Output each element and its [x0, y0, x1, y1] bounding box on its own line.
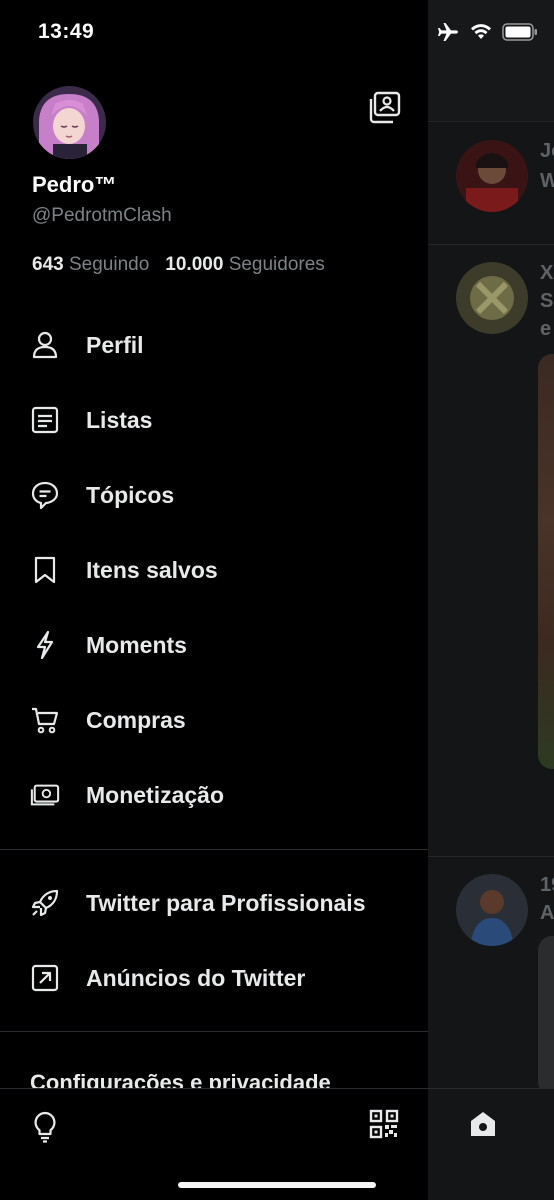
battery-icon	[502, 23, 538, 41]
menu-item-professionals[interactable]: Twitter para Profissionais	[0, 873, 428, 933]
menu-item-twitter-ads[interactable]: Anúncios do Twitter	[0, 948, 428, 1008]
tweet-text: e	[540, 318, 552, 340]
menu-item-topics[interactable]: Tópicos	[0, 465, 428, 525]
menu-item-label: Perfil	[86, 331, 144, 358]
timeline-header	[428, 0, 554, 122]
menu-item-label: Anúncios do Twitter	[86, 964, 306, 991]
user-handle[interactable]: @PedrotmClash	[32, 205, 172, 227]
person-icon	[30, 330, 60, 360]
menu-item-label: Listas	[86, 406, 153, 433]
following-count: 643	[32, 254, 64, 275]
status-time: 13:49	[38, 20, 95, 43]
menu-item-label: Moments	[86, 631, 187, 658]
tweet-media[interactable]	[538, 354, 554, 769]
menu-item-moments[interactable]: Moments	[0, 615, 428, 675]
tweet-divider	[428, 856, 554, 857]
menu-item-label: Compras	[86, 706, 186, 733]
lightbulb-icon[interactable]	[32, 1111, 60, 1143]
home-indicator[interactable]	[178, 1182, 376, 1188]
wifi-icon	[470, 24, 492, 40]
tweet-avatar[interactable]	[456, 262, 528, 334]
menu-item-label: Itens salvos	[86, 556, 218, 583]
cart-icon	[30, 705, 60, 735]
following-link[interactable]: 643 Seguindo	[32, 254, 149, 276]
tweet-author: X	[540, 262, 554, 284]
external-arrow-icon	[30, 963, 60, 993]
tweet-avatar[interactable]	[456, 874, 528, 946]
menu-divider	[0, 1031, 428, 1032]
tweet-text: S	[540, 290, 554, 312]
following-label: Seguindo	[68, 254, 150, 275]
tweet-media[interactable]	[538, 936, 554, 1096]
money-icon	[30, 780, 60, 810]
timeline-background[interactable]: Jo W X S e 19 A	[428, 0, 554, 1200]
status-icons	[436, 22, 538, 42]
tweet-avatar[interactable]	[456, 140, 528, 212]
rocket-icon	[30, 888, 60, 918]
menu-divider	[0, 849, 428, 850]
menu-item-profile[interactable]: Perfil	[0, 315, 428, 375]
display-name[interactable]: Pedro™	[32, 172, 116, 198]
tweet-text: W	[540, 170, 554, 192]
followers-count: 10.000	[165, 254, 224, 275]
followers-label: Seguidores	[228, 254, 325, 275]
menu-item-bookmarks[interactable]: Itens salvos	[0, 540, 428, 600]
tweet-divider	[428, 244, 554, 245]
switch-account-icon[interactable]	[368, 90, 404, 126]
menu-item-monetization[interactable]: Monetização	[0, 765, 428, 825]
side-drawer: 13:49 Pedro™ @PedrotmClash 643 Seguindo …	[0, 0, 428, 1200]
followers-link[interactable]: 10.000 Seguidores	[165, 254, 325, 276]
menu-item-shopping[interactable]: Compras	[0, 690, 428, 750]
tab-bar	[428, 1088, 554, 1200]
menu-item-label: Twitter para Profissionais	[86, 889, 366, 916]
tweet-author: 19	[540, 874, 554, 896]
follow-stats: 643 Seguindo 10.000 Seguidores	[32, 254, 325, 276]
lightning-icon	[30, 630, 60, 660]
profile-avatar[interactable]	[33, 86, 106, 159]
tweet-author: Jo	[540, 140, 554, 162]
home-icon[interactable]	[468, 1109, 498, 1139]
menu-item-lists[interactable]: Listas	[0, 390, 428, 450]
menu-item-label: Tópicos	[86, 481, 175, 508]
list-icon	[30, 405, 60, 435]
bookmark-icon	[30, 555, 60, 585]
tweet-text: A	[540, 902, 554, 924]
topics-icon	[30, 480, 60, 510]
airplane-icon	[436, 22, 460, 42]
menu-item-label: Monetização	[86, 781, 225, 808]
qr-code-icon[interactable]	[369, 1109, 399, 1139]
